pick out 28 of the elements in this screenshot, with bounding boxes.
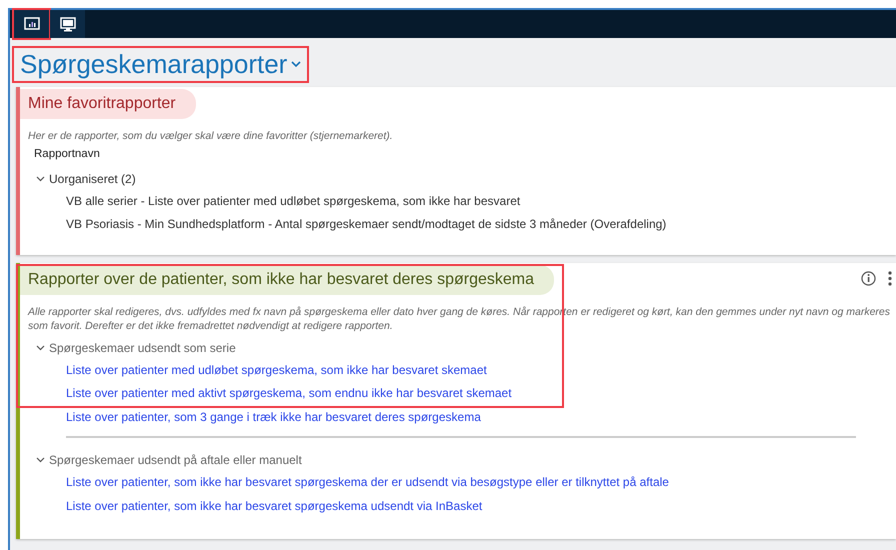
monitor-icon: [60, 16, 76, 32]
section-title: Mine favoritrapporter: [20, 89, 196, 120]
description-text: Her er de rapporter, som du vælger skal være dine favoritter (stjernemarkeret).: [27, 129, 394, 144]
expand-toggle[interactable]: [36, 344, 45, 351]
column-header: Rapportnavn: [33, 147, 101, 162]
report-name[interactable]: VB Psoriasis - Min Sundhedsplatform - Antal spørgeskemaer sendt/modtaget de sidste 3 måneder (Overafdeling): [66, 217, 666, 232]
caret-icon: [291, 61, 302, 68]
group-label: Spørgeskemaer udsendt på aftale eller manuelt: [49, 452, 302, 469]
report-link[interactable]: Liste over patienter med aktivt spørgeskema, som endnu ikke har besvaret skemaet: [66, 386, 512, 400]
report-link[interactable]: Liste over patienter med udløbet spørgeskema, som ikke har besvaret skemaet: [66, 362, 487, 377]
chevron-icon: [36, 176, 45, 182]
expand-toggle[interactable]: [36, 176, 45, 182]
chart-icon: [24, 16, 40, 32]
info-icon[interactable]: [861, 271, 876, 286]
section-title: Rapporter over de patienter, som ikke har besvaret deres spørgeskema: [20, 265, 554, 296]
report-name[interactable]: VB alle serier - Liste over patienter med udløbet spørgeskema, som ikke har besvaret: [66, 194, 520, 208]
more-icon[interactable]: [888, 271, 892, 286]
chevron-icon: [36, 344, 45, 351]
chevron-icon: [36, 456, 45, 463]
report-link[interactable]: Liste over patienter, som ikke har besvaret spørgeskema udsendt via InBasket: [66, 498, 482, 513]
expand-toggle[interactable]: [36, 456, 45, 463]
group-label: Spørgeskemaer udsendt som serie: [49, 340, 236, 357]
page-title-dropdown[interactable]: Spørgeskemarapporter: [14, 48, 308, 82]
group-label: Uorganiseret (2): [49, 170, 136, 188]
report-link[interactable]: Liste over patienter, som 3 gange i træk ikke har besvaret deres spørgeskema: [66, 410, 481, 424]
report-link[interactable]: Liste over patienter, som ikke har besvaret spørgeskema der er udsendt via besøgstype eller er tilknyttet på aftale: [66, 474, 669, 489]
tab[interactable]: [14, 10, 49, 38]
tab[interactable]: [50, 10, 85, 38]
